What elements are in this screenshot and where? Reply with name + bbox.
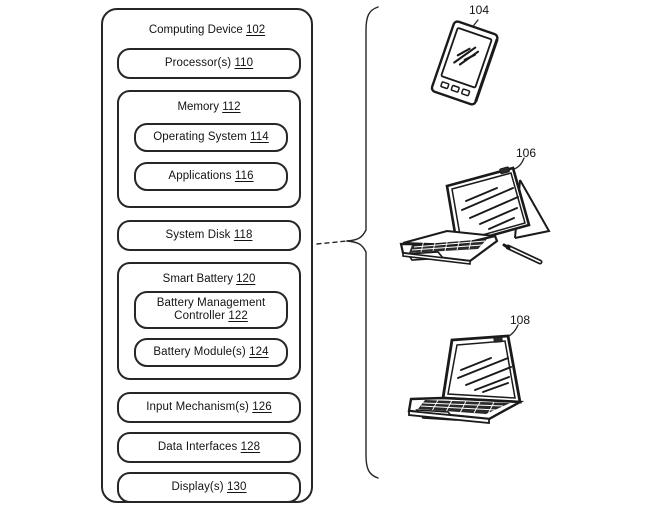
device-ref-104: 104 [469, 3, 490, 17]
device-ref-108: 108 [510, 313, 531, 327]
device-ref-106: 106 [516, 146, 537, 160]
detachable-tablet-illustration [399, 157, 551, 265]
tablet-keyboard-base [399, 229, 499, 265]
tablet-stylus [502, 243, 543, 265]
smartphone-body [430, 20, 499, 106]
smartphone-illustration [430, 19, 499, 106]
laptop-illustration [407, 324, 525, 424]
laptop-base [407, 396, 525, 424]
device-illustrations [399, 19, 551, 424]
laptop-lid [441, 334, 522, 404]
patent-figure: Computing Device 102 Processor(s) 110 Me… [0, 0, 655, 509]
laptop-camera [493, 336, 503, 343]
